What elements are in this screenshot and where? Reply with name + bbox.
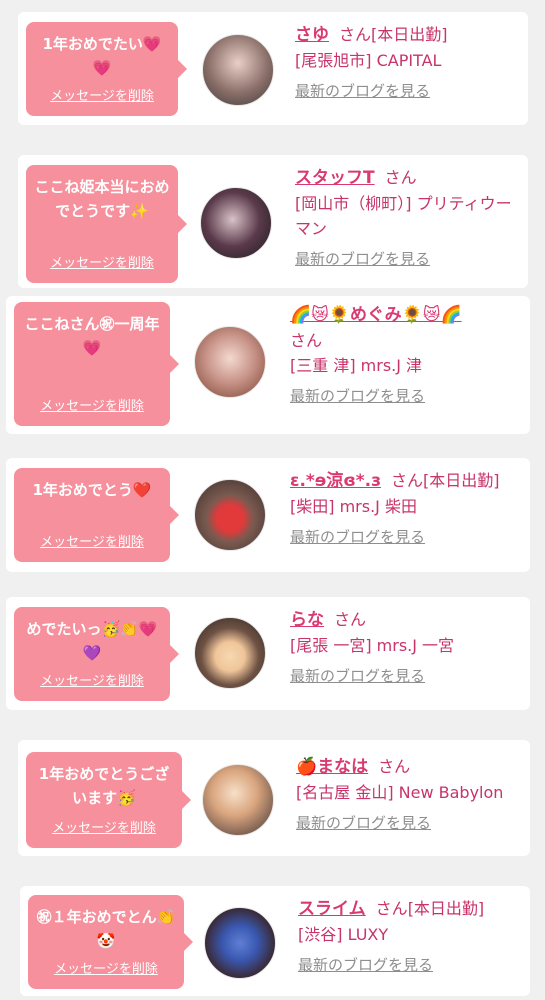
shop-label: [尾張旭市] CAPITAL [295,51,442,70]
profile-info: スライム さん[本日出勤] [渋谷] LUXY 最新のブログを見る [298,896,528,978]
honorific: さん [378,757,411,776]
message-text: ここね姫本当におめでとうです✨ [34,178,170,220]
profile-info: らな さん [尾張 一宮] mrs.J 一宮 最新のブログを見る [290,607,525,689]
profile-info: スタッフT さん [岡山市（柳町）] プリティウーマン 最新のブログを見る [295,165,523,272]
avatar[interactable] [202,34,274,106]
message-text: 1年おめでとうございます🥳 [38,765,170,807]
blog-link[interactable]: 最新のブログを見る [295,79,520,104]
delete-message-link[interactable]: メッセージを削除 [26,252,178,271]
blog-link[interactable]: 最新のブログを見る [295,247,523,272]
honorific: さん [391,471,424,490]
shop-label: [岡山市（柳町）] プリティウーマン [295,194,512,238]
message-bubble: ここねさん㊗一周年💗 メッセージを削除 [14,302,179,426]
avatar[interactable] [204,907,276,979]
profile-name-link[interactable]: スライム [298,899,366,919]
delete-message-link[interactable]: メッセージを削除 [14,395,170,414]
message-bubble: ここね姫本当におめでとうです✨ メッセージを削除 [26,165,187,283]
message-card: ここね姫本当におめでとうです✨ メッセージを削除 スタッフT さん [岡山市（柳町… [18,155,528,288]
delete-message-link[interactable]: メッセージを削除 [26,85,178,104]
profile-name-link[interactable]: さゆ [295,25,329,45]
delete-message-link[interactable]: メッセージを削除 [26,817,182,836]
blog-link[interactable]: 最新のブログを見る [290,664,525,689]
message-bubble: 1年おめでとうございます🥳 メッセージを削除 [26,752,191,848]
honorific: さん [290,331,323,350]
status-badge: [本日出勤] [407,899,485,918]
shop-label: [三重 津] mrs.J 津 [290,356,423,375]
shop-label: [渋谷] LUXY [298,925,389,944]
profile-info: さゆ さん[本日出勤] [尾張旭市] CAPITAL 最新のブログを見る [295,22,520,104]
honorific: さん [384,168,417,187]
honorific: さん [375,899,408,918]
blog-link[interactable]: 最新のブログを見る [296,811,528,836]
profile-info: 🌈😿🌻めぐみ🌻😿🌈 さん [三重 津] mrs.J 津 最新のブログを見る [290,302,525,409]
message-bubble: 1年おめでとう❤️ メッセージを削除 [14,468,179,562]
message-card: 1年おめでたい💗💗 メッセージを削除 さゆ さん[本日出勤] [尾張旭市] CAP… [18,12,528,125]
message-card: 1年おめでとうございます🥳 メッセージを削除 🍎まなは さん [名古屋 金山] N… [18,740,530,856]
message-bubble: 1年おめでたい💗💗 メッセージを削除 [26,22,187,116]
delete-message-link[interactable]: メッセージを削除 [14,531,170,550]
message-text: ㊗１年おめでとん👏🤡 [36,908,176,950]
profile-name-link[interactable]: 🍎まなは [296,757,368,777]
delete-message-link[interactable]: メッセージを削除 [28,958,184,977]
profile-name-link[interactable]: スタッフT [295,168,375,188]
avatar[interactable] [194,326,266,398]
delete-message-link[interactable]: メッセージを削除 [14,670,170,689]
message-card: ㊗１年おめでとん👏🤡 メッセージを削除 スライム さん[本日出勤] [渋谷] LU… [20,886,530,996]
message-text: めでたいっ🥳👏💗💜 [26,620,158,662]
honorific: さん [339,25,372,44]
avatar[interactable] [202,764,274,836]
shop-label: [名古屋 金山] New Babylon [296,783,504,802]
blog-link[interactable]: 最新のブログを見る [290,525,525,550]
avatar[interactable] [194,479,266,551]
message-text: 1年おめでたい💗💗 [42,35,162,77]
shop-label: [柴田] mrs.J 柴田 [290,497,417,516]
profile-info: 🍎まなは さん [名古屋 金山] New Babylon 最新のブログを見る [296,754,528,836]
blog-link[interactable]: 最新のブログを見る [290,384,525,409]
profile-name-link[interactable]: ε.*ɘ涼ɞ*.з [290,471,381,491]
message-bubble: ㊗１年おめでとん👏🤡 メッセージを削除 [28,895,193,989]
status-badge: [本日出勤] [371,25,448,44]
message-card: ここねさん㊗一周年💗 メッセージを削除 🌈😿🌻めぐみ🌻😿🌈 さん [三重 津] … [6,296,530,434]
message-text: 1年おめでとう❤️ [32,481,152,499]
profile-name-link[interactable]: らな [290,610,324,630]
avatar[interactable] [194,617,266,689]
status-badge: [本日出勤] [423,471,500,490]
message-card: 1年おめでとう❤️ メッセージを削除 ε.*ɘ涼ɞ*.з さん[本日出勤] [柴田… [6,458,530,572]
blog-link[interactable]: 最新のブログを見る [298,953,528,978]
honorific: さん [334,610,367,629]
shop-label: [尾張 一宮] mrs.J 一宮 [290,636,455,655]
avatar[interactable] [200,187,272,259]
message-card: めでたいっ🥳👏💗💜 メッセージを削除 らな さん [尾張 一宮] mrs.J 一宮… [6,597,530,710]
profile-info: ε.*ɘ涼ɞ*.з さん[本日出勤] [柴田] mrs.J 柴田 最新のブログを見… [290,468,525,550]
message-bubble: めでたいっ🥳👏💗💜 メッセージを削除 [14,607,179,701]
profile-name-link[interactable]: 🌈😿🌻めぐみ🌻😿🌈 [290,305,462,325]
message-text: ここねさん㊗一周年💗 [24,315,160,357]
